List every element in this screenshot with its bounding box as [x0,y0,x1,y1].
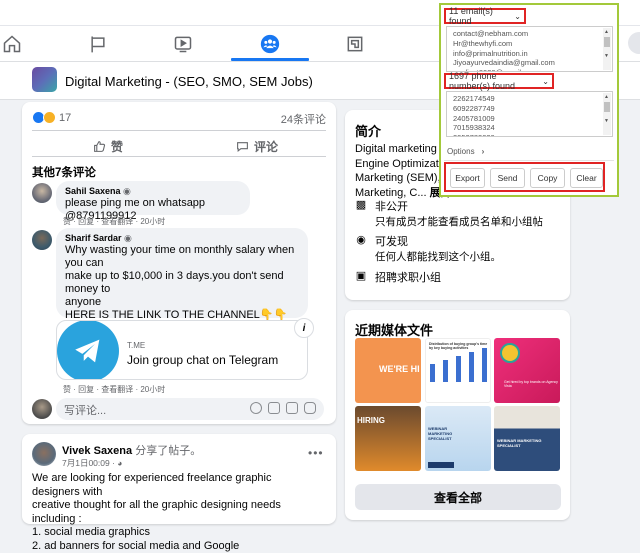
commenter-avatar[interactable] [32,183,52,203]
media-tile[interactable]: Get hired by top brands on Agency Vista [494,338,560,403]
export-button[interactable]: Export [450,168,485,188]
about-heading: 简介 [355,124,382,139]
post-body: We are looking for experienced freelance… [32,472,281,552]
flag-icon[interactable] [86,32,110,56]
scrollbar[interactable]: ▲ ▼ [603,28,611,70]
preview-title: Join group chat on Telegram [127,353,279,367]
more-comments-link[interactable]: 其他7条评论 [32,164,96,180]
like-button[interactable]: 赞 [93,138,123,155]
group-type-row: ▣ 招聘求职小组 [355,270,441,284]
media-tile[interactable]: HIRING [355,406,421,471]
write-comment-input[interactable]: 写评论... [56,398,324,420]
comment-bubble: Sahil Saxena ◉ please ping me on whatsap… [56,181,250,222]
thumbs-up-icon [94,141,106,152]
preview-domain: T.ME [127,341,146,350]
more-options-icon[interactable]: ••• [308,446,324,460]
media-heading: 近期媒体文件 [355,323,434,338]
visibility-row: ◉ 可发现 任何人都能找到这个小组。 [356,234,501,263]
gif-icon[interactable] [286,402,298,414]
active-tab-indicator [231,58,309,61]
briefcase-icon: ▣ [355,270,367,282]
home-icon[interactable] [0,32,24,56]
privacy-row: ▩ 非公开 只有成员才能查看成员名单和小组帖 [355,199,543,228]
divider [32,156,326,157]
camera-icon[interactable] [268,402,280,414]
comment-actions[interactable]: 赞 · 回复 · 查看翻译 · 20小时 [63,384,165,395]
post-timestamp[interactable]: 7月1日00:09 · ◕ [62,457,122,469]
chevron-right-icon: › [481,147,485,156]
globe-icon: ◕ [117,458,123,468]
divider [32,130,326,131]
comment-icon [237,142,248,152]
scrollbar[interactable]: ▲ ▼ [603,93,611,135]
my-avatar [32,399,52,419]
comment-bubble: Sharif Sardar ◉ Why wasting your time on… [56,228,308,357]
action-buttons: Export Send Copy Clear [444,162,605,192]
reaction-summary[interactable]: 17 [32,111,71,124]
send-button[interactable]: Send [490,168,525,188]
comment-button[interactable]: 评论 [236,138,278,155]
comment-actions[interactable]: 赞 · 回复 · 查看翻译 · 20小时 [63,216,165,227]
comment-line: make up to $10,000 in 3 days.you don't s… [65,270,284,295]
author-avatar[interactable] [32,442,56,466]
media-tile[interactable]: WE'RE HI [355,338,421,403]
info-icon[interactable]: i [294,318,314,338]
groups-icon[interactable] [258,32,282,56]
watch-icon[interactable] [171,32,195,56]
divider [444,160,614,161]
comment-author[interactable]: Sahil Saxena ◉ [65,186,241,197]
link-preview-card[interactable]: T.ME Join group chat on Telegram [56,320,308,380]
post-author[interactable]: Vivek Saxena 分享了帖子。 [62,442,201,458]
comment-label: 评论 [254,140,279,154]
options-toggle[interactable]: Options › [447,147,484,156]
see-all-button[interactable]: 查看全部 [355,484,561,510]
email-count-dropdown[interactable]: 11 email(s) found ⌄ [444,6,526,26]
reaction-count: 17 [59,111,72,124]
write-comment-placeholder: 写评论... [64,405,107,417]
media-tile[interactable]: Distribution of buying group's time by k… [425,338,491,403]
clear-button[interactable]: Clear [570,168,603,188]
media-tile[interactable]: WEBINAR MARKETING SPECIALIST [425,406,491,471]
emails-textarea[interactable]: contact@nebham.com Hr@thewhyfi.com info@… [446,26,613,72]
group-title[interactable]: Digital Marketing - (SEO, SMO, SEM Jobs) [65,74,313,89]
comment-line: Why wasting your time on monthly salary … [65,244,295,269]
telegram-logo-icon [57,321,119,379]
like-label: 赞 [111,140,124,154]
chevron-down-icon: ⌄ [514,11,521,21]
copy-button[interactable]: Copy [530,168,565,188]
emoji-icon[interactable] [250,402,262,414]
lock-icon: ▩ [355,199,367,211]
comment-author[interactable]: Sharif Sardar ◉ [65,233,299,244]
eye-icon: ◉ [356,234,366,246]
wow-reaction-icon [43,111,56,124]
email-extractor-popup: 11 email(s) found ⌄ contact@nebham.com Hr… [439,3,619,197]
sticker-icon[interactable] [304,402,316,414]
gaming-icon[interactable] [343,32,367,56]
group-logo[interactable] [32,67,57,92]
commenter-avatar[interactable] [32,230,52,250]
phones-textarea[interactable]: 2262174549 6092287749 2405781009 7015938… [446,91,613,137]
media-tile[interactable]: WEBINAR MARKETING SPECIALIST [494,406,560,471]
comment-count[interactable]: 24条评论 [281,111,326,127]
phone-count-dropdown[interactable]: 1697 phone number(s) found ⌄ [444,71,554,91]
comment-line: anyone [65,296,102,308]
chevron-down-icon: ⌄ [542,76,549,86]
